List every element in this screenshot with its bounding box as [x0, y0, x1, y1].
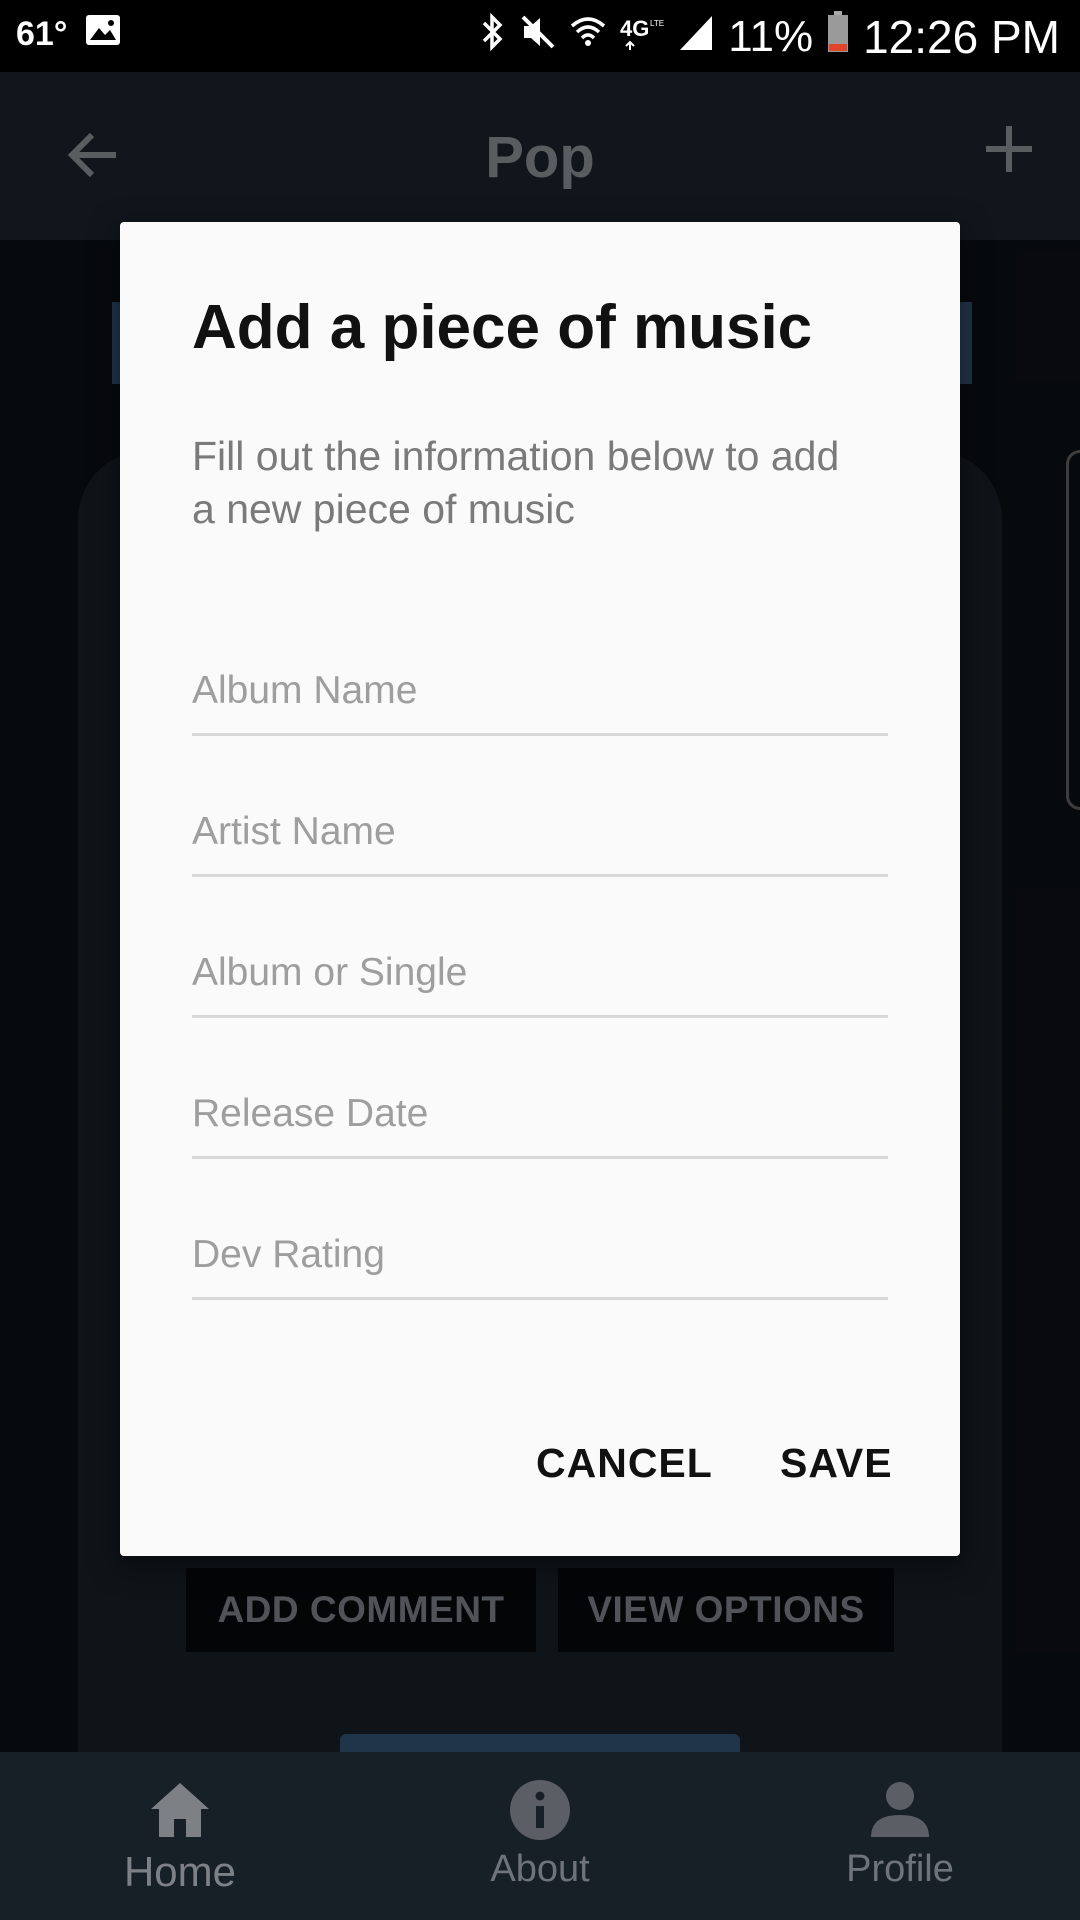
- mute-icon: [520, 12, 556, 63]
- artist-name-field[interactable]: [192, 789, 888, 877]
- add-music-dialog: Add a piece of music Fill out the inform…: [120, 222, 960, 1556]
- nav-label-about: About: [490, 1848, 590, 1890]
- svg-text:LTE: LTE: [650, 19, 664, 28]
- dev-rating-field[interactable]: [192, 1212, 888, 1300]
- status-bar-left: 61°: [16, 14, 121, 55]
- album-name-input[interactable]: [192, 648, 888, 728]
- album-or-single-input[interactable]: [192, 930, 888, 1010]
- 4g-lte-icon: 4G LTE: [620, 12, 664, 63]
- status-bar: 61° 4G LTE 11% 12:26 PM: [0, 0, 1080, 72]
- battery-icon: [827, 10, 849, 64]
- release-date-field[interactable]: [192, 1071, 888, 1159]
- battery-percent: 11%: [728, 12, 814, 61]
- image-icon: [85, 14, 121, 55]
- nav-item-home[interactable]: Home: [30, 1752, 330, 1920]
- dialog-message: Fill out the information below to add a …: [192, 433, 840, 532]
- svg-text:4G: 4G: [620, 16, 649, 41]
- status-bar-right: 4G LTE 11% 12:26 PM: [480, 10, 1060, 64]
- info-icon: [509, 1778, 571, 1842]
- nav-label-profile: Profile: [846, 1848, 954, 1890]
- bottom-navigation: Home About Profile: [0, 1752, 1080, 1920]
- person-icon: [869, 1778, 931, 1842]
- dev-rating-input[interactable]: [192, 1212, 888, 1292]
- dialog-title: Add a piece of music: [192, 293, 813, 362]
- home-icon: [149, 1778, 211, 1842]
- release-date-input[interactable]: [192, 1071, 888, 1151]
- album-name-field[interactable]: [192, 648, 888, 736]
- nav-item-profile[interactable]: Profile: [750, 1752, 1050, 1920]
- nav-label-home: Home: [123, 1848, 237, 1895]
- artist-name-input[interactable]: [192, 789, 888, 869]
- signal-icon: [678, 12, 714, 63]
- bluetooth-icon: [480, 12, 506, 63]
- wifi-icon: [570, 12, 606, 63]
- nav-item-about[interactable]: About: [390, 1752, 690, 1920]
- save-button[interactable]: SAVE: [780, 1440, 893, 1487]
- cancel-button[interactable]: CANCEL: [536, 1440, 713, 1487]
- album-or-single-field[interactable]: [192, 930, 888, 1018]
- temperature-text: 61°: [16, 15, 68, 53]
- clock: 12:26 PM: [863, 11, 1060, 63]
